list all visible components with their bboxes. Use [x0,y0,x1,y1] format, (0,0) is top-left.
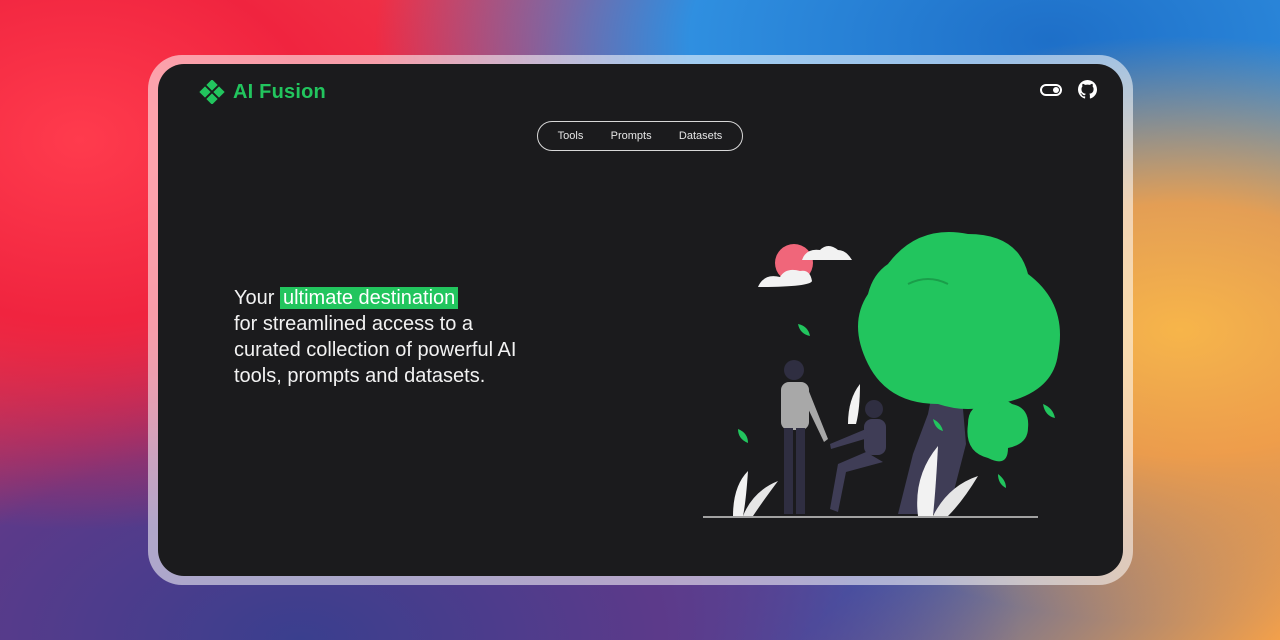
nav-item-datasets[interactable]: Datasets [679,130,722,142]
tree-illustration [703,232,1060,518]
hero-prefix: Your [234,287,280,309]
app-name: AI Fusion [233,80,326,103]
github-icon[interactable] [1078,80,1097,99]
theme-toggle-icon[interactable] [1040,83,1062,96]
hero-text: Your ultimate destination for streamline… [234,285,534,389]
hero-suffix: for streamlined access to a curated coll… [234,313,517,387]
hero-highlight: ultimate destination [279,287,459,309]
nav-item-prompts[interactable]: Prompts [611,130,652,142]
nav-item-tools[interactable]: Tools [558,130,584,142]
logo[interactable]: AI Fusion [199,80,326,104]
logo-icon [199,80,225,104]
header-actions [1040,80,1097,99]
app-window: AI Fusion Tools Prompts Datasets Your ul… [158,64,1123,576]
main-nav: Tools Prompts Datasets [537,121,743,151]
